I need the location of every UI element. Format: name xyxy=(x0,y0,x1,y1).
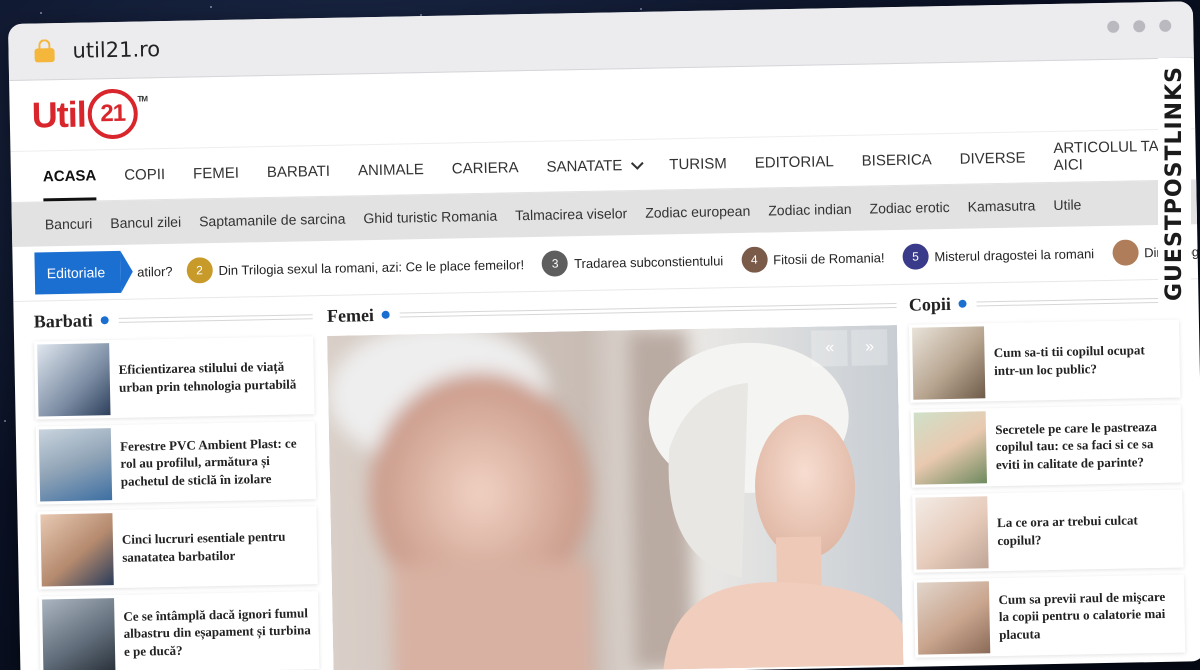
copii-section-head: Copii xyxy=(908,280,1179,325)
nav-item-animale[interactable]: ANIMALE xyxy=(344,144,439,196)
post-title[interactable]: Cum sa previi raul de mişcare la copii p… xyxy=(992,587,1185,643)
ticker-item[interactable]: 2 Din Trilogia sexul la romani, azi: Ce … xyxy=(186,251,525,284)
barbati-column: Barbati Eficientizarea stilului de viață… xyxy=(33,296,320,670)
logo-number: 21 xyxy=(87,88,139,140)
ticker-item[interactable]: 5 Misterul dragostei la romani xyxy=(902,240,1094,270)
nav-item-femei[interactable]: FEMEI xyxy=(179,147,254,198)
site-logo[interactable]: Util 21 TM xyxy=(31,88,148,140)
post-title[interactable]: Eficientizarea stilului de viață urban p… xyxy=(112,358,314,397)
section-dot-icon xyxy=(381,310,391,319)
subnav-item-zodiac-erotic[interactable]: Zodiac erotic xyxy=(860,199,958,217)
section-divider xyxy=(118,313,314,323)
section-title[interactable]: Copii xyxy=(909,293,951,315)
post-card[interactable]: Cum sa-ti tii copilul ocupat intr-un loc… xyxy=(909,319,1181,403)
window-dot-icon[interactable] xyxy=(1159,19,1172,32)
nav-item-acasa[interactable]: ACASA xyxy=(28,150,110,202)
subnav-item-kamasutra[interactable]: Kamasutra xyxy=(959,197,1045,215)
subnav-item-zodiac-european[interactable]: Zodiac european xyxy=(636,203,759,221)
copii-column: Copii Cum sa-ti tii copilul ocupat intr-… xyxy=(908,280,1186,658)
ticker-item[interactable]: 4 Fitosii de Romania! xyxy=(740,244,885,273)
lock-icon xyxy=(34,48,55,63)
ticker-number-badge xyxy=(1111,239,1139,266)
ticker-item-text: Misterul dragostei la romani xyxy=(934,245,1095,264)
featured-image[interactable] xyxy=(327,324,904,670)
subnav-item-bancul-zilei[interactable]: Bancul zilei xyxy=(101,214,190,232)
nav-item-sanatate-label: SANATATE xyxy=(546,156,623,176)
ticker-number-badge: 2 xyxy=(186,257,213,284)
post-title[interactable]: Cum sa-ti tii copilul ocupat intr-un loc… xyxy=(988,341,1180,380)
post-thumbnail[interactable] xyxy=(912,326,986,400)
url-text[interactable]: util21.ro xyxy=(72,37,160,63)
post-title[interactable]: Ce se întâmplă dacă ignori fumul albastr… xyxy=(117,604,319,660)
chevron-down-icon xyxy=(630,156,644,170)
post-title[interactable]: Ferestre PVC Ambient Plast: ce rol au pr… xyxy=(114,434,316,490)
slider-prev-button[interactable]: « xyxy=(811,329,849,367)
window-dot-icon[interactable] xyxy=(1133,20,1146,33)
slider-controls: « » xyxy=(811,329,889,367)
featured-slider[interactable]: « » xyxy=(327,324,904,670)
barbati-section-head: Barbati xyxy=(33,296,314,341)
section-title[interactable]: Barbati xyxy=(34,310,93,332)
nav-item-cariera[interactable]: CARIERA xyxy=(437,142,533,194)
nav-item-barbati[interactable]: BARBATI xyxy=(252,146,344,198)
ticker-number-badge: 3 xyxy=(541,250,569,277)
subnav-item-bancuri[interactable]: Bancuri xyxy=(36,215,102,232)
post-card[interactable]: Eficientizarea stilului de viață urban p… xyxy=(34,336,315,420)
post-thumbnail[interactable] xyxy=(917,581,991,655)
post-card[interactable]: Cinci lucruri esentiale pentru sanatatea… xyxy=(37,506,319,590)
post-card[interactable]: Secretele pe care le pastreaza copilul t… xyxy=(910,404,1183,488)
subnav-item-utile[interactable]: Utile xyxy=(1044,196,1090,213)
subnav-item-saptamanile-de-sarcina[interactable]: Saptamanile de sarcina xyxy=(190,210,355,230)
section-divider xyxy=(976,297,1179,306)
ticker-items: atilor? 2 Din Trilogia sexul la romani, … xyxy=(121,238,1198,285)
ticker-fragment[interactable]: atilor? xyxy=(137,263,173,279)
subnav-item-talmacirea-viselor[interactable]: Talmacirea viselor xyxy=(506,205,636,223)
femei-column: Femei « » xyxy=(327,285,904,670)
window-controls xyxy=(1107,19,1172,33)
nav-item-editorial[interactable]: EDITORIAL xyxy=(740,136,848,188)
ticker-item-text: Din Trilogia sexul la romani, azi: Ce le… xyxy=(218,256,525,278)
post-title[interactable]: Secretele pe care le pastreaza copilul t… xyxy=(989,417,1182,473)
ticker-label: Editoriale xyxy=(34,250,122,295)
logo-text: Util xyxy=(31,93,87,136)
nav-item-sanatate[interactable]: SANATATE xyxy=(532,140,656,192)
section-divider xyxy=(399,302,897,318)
post-thumbnail[interactable] xyxy=(42,598,116,670)
brand-text: GUESTPOSTLINKS xyxy=(1158,58,1191,309)
post-title[interactable]: La ce ora ar trebui culcat copilul? xyxy=(991,511,1183,550)
post-thumbnail[interactable] xyxy=(915,496,989,570)
ticker-item-text: Fitosii de Romania! xyxy=(773,249,885,267)
section-dot-icon xyxy=(100,316,109,325)
section-title[interactable]: Femei xyxy=(327,305,374,327)
ticker-number-badge: 4 xyxy=(740,246,768,273)
slider-next-button[interactable]: » xyxy=(851,329,889,366)
ticker-item-text: Tradarea subconstientului xyxy=(573,252,724,271)
nav-item-copii[interactable]: COPII xyxy=(110,149,180,200)
window-dot-icon[interactable] xyxy=(1107,20,1120,33)
post-thumbnail[interactable] xyxy=(38,428,113,502)
logo-tm: TM xyxy=(137,94,148,104)
nav-item-turism[interactable]: TURISM xyxy=(655,138,741,190)
post-thumbnail[interactable] xyxy=(37,343,111,417)
ticker-number-badge: 5 xyxy=(902,243,929,270)
browser-window: util21.ro Util 21 TM ACASA COPII FEMEI B… xyxy=(8,1,1200,670)
post-thumbnail[interactable] xyxy=(40,513,114,587)
section-dot-icon xyxy=(958,299,967,308)
post-card[interactable]: Ce se întâmplă dacă ignori fumul albastr… xyxy=(38,591,320,670)
nav-item-biserica[interactable]: BISERICA xyxy=(847,134,946,186)
post-title[interactable]: Cinci lucruri esentiale pentru sanatatea… xyxy=(116,528,318,567)
content-area: Barbati Eficientizarea stilului de viață… xyxy=(13,279,1200,670)
post-card[interactable]: La ce ora ar trebui culcat copilul? xyxy=(912,489,1184,573)
post-card[interactable]: Ferestre PVC Ambient Plast: ce rol au pr… xyxy=(35,421,317,505)
nav-item-diverse[interactable]: DIVERSE xyxy=(945,132,1040,184)
subnav-item-zodiac-indian[interactable]: Zodiac indian xyxy=(759,201,861,219)
guestpostlinks-watermark: GUESTPOSTLINKS xyxy=(1158,58,1192,358)
subnav-item-ghid-turistic[interactable]: Ghid turistic Romania xyxy=(354,207,506,227)
post-card[interactable]: Cum sa previi raul de mişcare la copii p… xyxy=(914,574,1186,658)
ticker-item[interactable]: 3 Tradarea subconstientului xyxy=(541,247,724,277)
post-thumbnail[interactable] xyxy=(913,411,988,485)
